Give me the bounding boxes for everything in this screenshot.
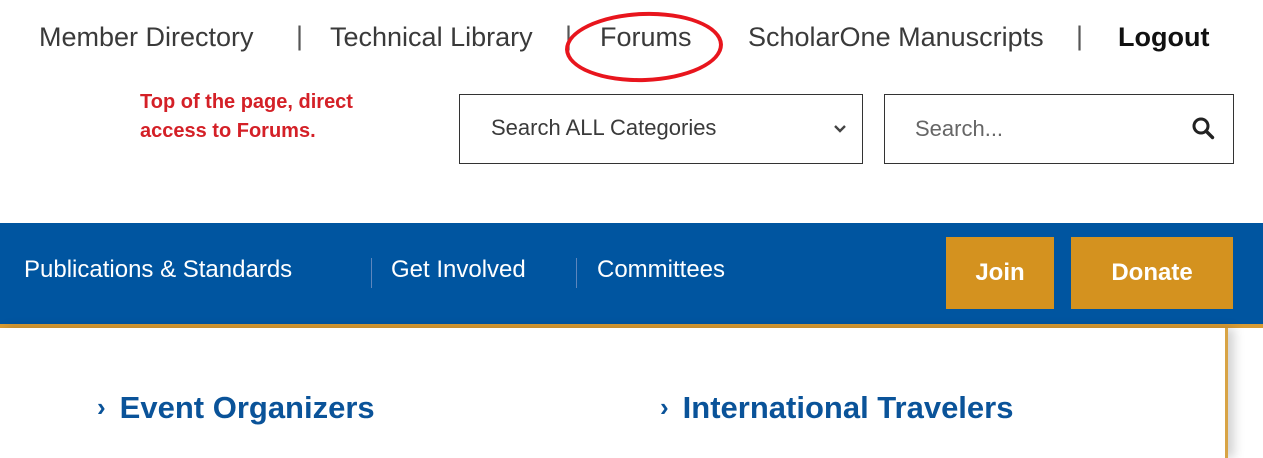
separator: | [296,21,304,51]
chevron-right-icon: › [660,392,669,422]
nav-divider [576,258,577,288]
chevron-down-icon [834,125,846,133]
forums-highlight-circle [563,9,725,85]
nav-divider [371,258,372,288]
international-travelers-link[interactable]: › International Travelers [660,390,1013,426]
separator: | [1076,21,1084,51]
search-input[interactable] [915,113,1165,145]
nav-item-committees[interactable]: Committees [597,256,725,284]
nav-item-get-involved[interactable]: Get Involved [391,256,526,284]
category-select[interactable]: Search ALL Categories [459,94,863,164]
link-label: Event Organizers [119,390,375,425]
technical-library-link[interactable]: Technical Library [330,22,533,53]
category-select-value: Search ALL Categories [491,115,717,140]
link-label: International Travelers [682,390,1014,425]
event-organizers-link[interactable]: › Event Organizers [97,390,375,426]
annotation-line: Top of the page, direct [140,91,353,113]
logout-link[interactable]: Logout [1118,22,1209,53]
search-icon[interactable] [1191,116,1215,140]
scholarone-manuscripts-link[interactable]: ScholarOne Manuscripts [748,22,1044,53]
search-field [884,94,1234,164]
donate-button[interactable]: Donate [1071,237,1233,309]
chevron-right-icon: › [97,392,106,422]
nav-item-publications-standards[interactable]: Publications & Standards [24,256,292,284]
annotation-line: access to Forums. [140,120,316,142]
join-button[interactable]: Join [946,237,1054,309]
annotation-note: Top of the page, direct access to Forums… [140,88,353,146]
member-directory-link[interactable]: Member Directory [39,22,254,53]
